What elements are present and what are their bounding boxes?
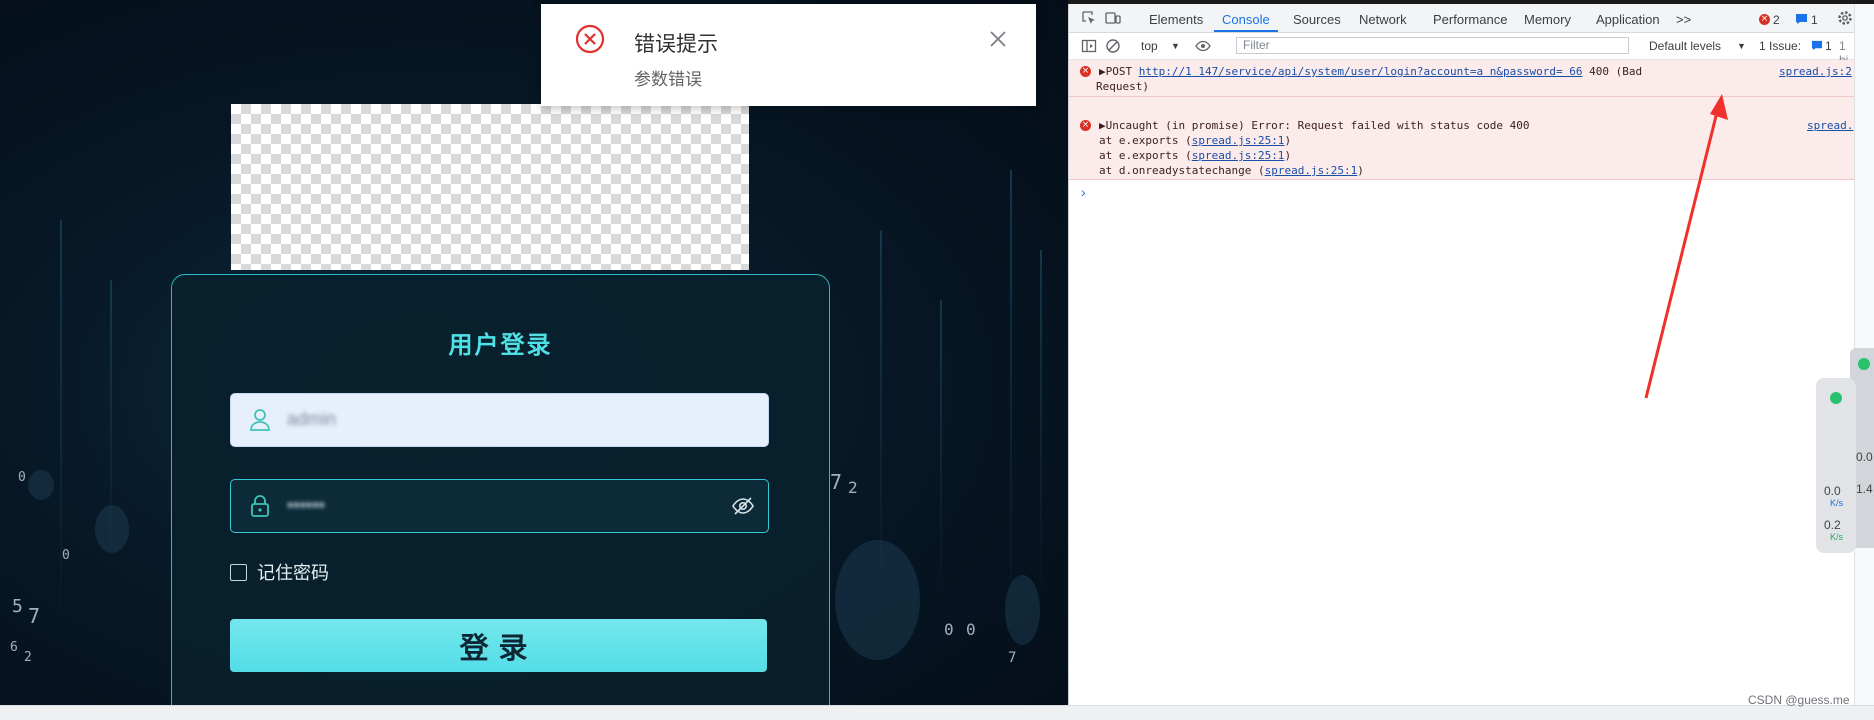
background-blob — [1005, 575, 1040, 645]
background-glyph: 0 — [966, 620, 976, 639]
filter-input[interactable]: Filter — [1236, 37, 1629, 54]
active-tab-indicator — [1214, 30, 1278, 32]
speed-value: 0.0 — [1824, 484, 1841, 498]
tab-performance[interactable]: Performance — [1433, 12, 1507, 27]
inspect-element-icon[interactable] — [1081, 10, 1097, 26]
source-link[interactable]: spread.js:2 — [1779, 65, 1852, 78]
background-streak — [940, 300, 942, 600]
background-glyph: 7 — [28, 604, 41, 628]
lock-icon — [251, 495, 269, 517]
background-streak — [1010, 170, 1012, 630]
message-icon — [1811, 40, 1823, 51]
user-icon — [250, 409, 270, 431]
stack-frame: at e.exports (spread.js:25:1) — [1099, 134, 1292, 147]
settings-gear-icon[interactable] — [1837, 10, 1853, 26]
background-glyph: 0 — [944, 620, 954, 639]
error-count[interactable]: 2 — [1773, 13, 1780, 27]
speed-value: 1.4 — [1856, 482, 1873, 496]
stack-link[interactable]: spread.js:25:1 — [1192, 149, 1285, 162]
annotation-arrow — [1644, 94, 1728, 399]
password-input[interactable]: •••••• — [230, 479, 769, 533]
chevron-down-icon[interactable]: ▼ — [1171, 41, 1180, 51]
tab-application[interactable]: Application — [1596, 12, 1660, 27]
remember-password-checkbox[interactable]: 记住密码 — [230, 559, 329, 585]
speed-value: 0.2 — [1824, 518, 1841, 532]
tab-console[interactable]: Console — [1222, 12, 1270, 27]
eye-icon[interactable] — [1195, 38, 1211, 54]
background-glyph: 0 — [62, 548, 70, 563]
stack-link[interactable]: spread.js:25:1 — [1265, 164, 1358, 177]
username-input[interactable]: admin — [230, 393, 769, 447]
remember-password-label: 记住密码 — [257, 563, 329, 583]
speed-unit: K/s — [1830, 498, 1844, 508]
notification-title: 错误提示 — [634, 33, 718, 56]
devtools-panel: Elements Console Sources Network Perform… — [1068, 4, 1855, 705]
username-value: admin — [287, 409, 337, 429]
background-glyph: 0 — [18, 470, 26, 485]
issues-count[interactable]: 1 — [1825, 39, 1832, 53]
devtools-tab-bar: Elements Console Sources Network Perform… — [1069, 4, 1855, 33]
broken-image-placeholder — [231, 104, 749, 270]
background-glyph: 7 — [830, 470, 843, 494]
background-glyph: 6 — [10, 640, 18, 655]
chevron-down-icon[interactable]: ▼ — [1737, 41, 1746, 51]
console-prompt[interactable]: › — [1081, 184, 1086, 200]
background-streak — [1040, 250, 1042, 600]
tab-sources[interactable]: Sources — [1293, 12, 1341, 27]
status-dot-icon — [1858, 358, 1870, 370]
error-count-icon: × — [1759, 14, 1770, 25]
speed-unit: K/s — [1830, 532, 1844, 542]
error-circle-icon — [575, 24, 605, 54]
background-glyph: 2 — [24, 650, 32, 665]
watermark: CSDN @guess.me — [1748, 693, 1850, 707]
issues-label[interactable]: 1 Issue: — [1759, 39, 1801, 53]
login-card: 用户登录 admin •••••• 记住密码 登录 — [171, 274, 830, 705]
error-message: ▶Uncaught (in promise) Error: Request fa… — [1099, 119, 1530, 132]
console-error-row[interactable]: × ▶POST http://1 147/service/api/system/… — [1069, 60, 1855, 97]
stack-link[interactable]: spread.js:25:1 — [1192, 134, 1285, 147]
device-toolbar-icon[interactable] — [1105, 10, 1121, 26]
console-toolbar: top ▼ Filter Default levels ▼ 1 Issue: 1… — [1069, 33, 1855, 67]
request-url-link[interactable]: http://1 147/service/api/system/user/log… — [1139, 65, 1583, 78]
status-dot-icon — [1830, 392, 1842, 404]
more-tabs-button[interactable]: >> — [1676, 12, 1691, 27]
tab-memory[interactable]: Memory — [1524, 12, 1571, 27]
tab-network[interactable]: Network — [1359, 12, 1407, 27]
stack-frame: at d.onreadystatechange (spread.js:25:1) — [1099, 164, 1364, 177]
checkbox-box[interactable] — [230, 563, 247, 581]
error-icon: × — [1080, 66, 1091, 77]
password-value: •••••• — [287, 495, 325, 515]
background-streak — [60, 220, 62, 640]
background-blob — [95, 505, 129, 553]
message-icon — [1796, 14, 1807, 24]
background-glyph: 2 — [848, 478, 858, 497]
error-notification: 错误提示 参数错误 — [541, 4, 1036, 106]
close-icon[interactable] — [987, 28, 1009, 50]
background-glyph: 5 — [12, 596, 23, 617]
bottom-status-bar — [0, 705, 1874, 720]
request-method: ▶POST — [1099, 65, 1139, 78]
login-title: 用户登录 — [448, 332, 553, 359]
notification-message: 参数错误 — [634, 70, 702, 89]
eye-hidden-icon[interactable] — [732, 495, 754, 517]
request-status-continued: Request) — [1096, 80, 1149, 93]
source-link[interactable]: spread. — [1807, 119, 1853, 132]
login-page: 0 0 5 7 6 2 7 2 0 0 7 用户登录 admin •••••• — [0, 0, 1068, 705]
background-blob — [28, 470, 54, 500]
tab-elements[interactable]: Elements — [1149, 12, 1203, 27]
login-button[interactable]: 登录 — [230, 619, 767, 672]
log-levels-dropdown[interactable]: Default levels — [1649, 39, 1721, 53]
sidebar-toggle-icon[interactable] — [1081, 38, 1097, 54]
speed-value: 0.0 — [1856, 450, 1873, 464]
clear-console-icon[interactable] — [1105, 38, 1121, 54]
stack-frame: at e.exports (spread.js:25:1) — [1099, 149, 1292, 162]
message-count[interactable]: 1 — [1811, 13, 1818, 27]
network-speed-widget: 0.0 K/s 0.2 K/s — [1816, 378, 1856, 553]
background-blob — [835, 540, 920, 660]
background-glyph: 7 — [1008, 650, 1017, 666]
error-icon: × — [1080, 120, 1091, 131]
context-selector[interactable]: top — [1141, 39, 1158, 53]
request-status: 400 (Bad — [1582, 65, 1643, 78]
console-error-row[interactable]: × ▶Uncaught (in promise) Error: Request … — [1069, 97, 1855, 180]
